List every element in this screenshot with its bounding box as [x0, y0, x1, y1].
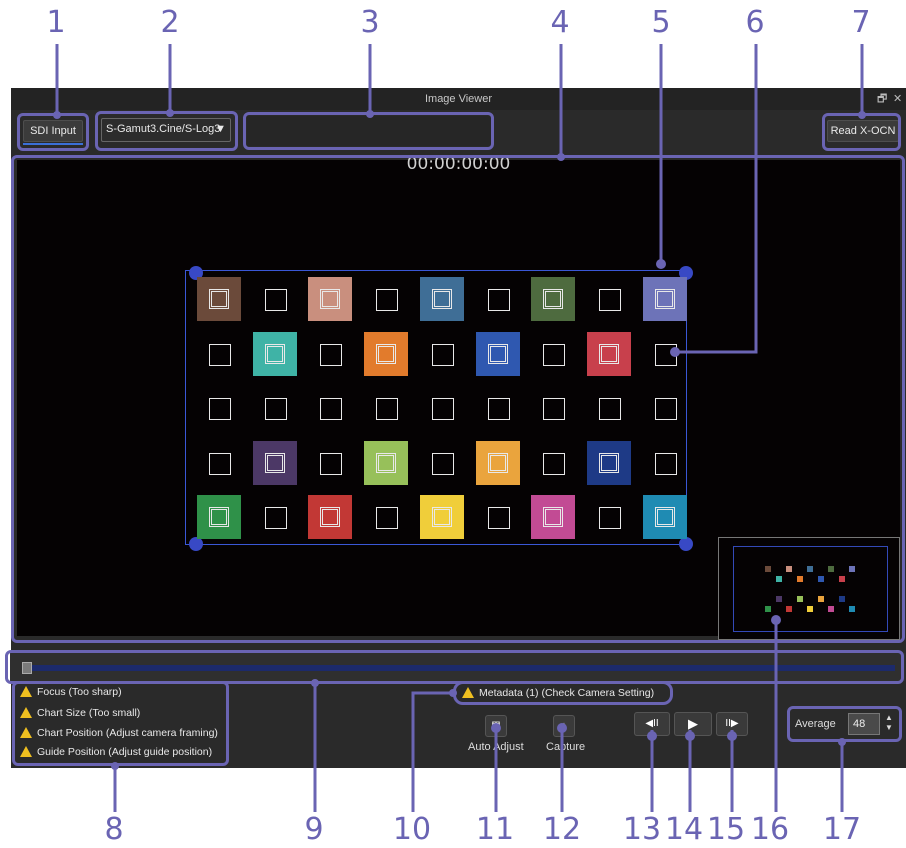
- callout-leaders: [53, 44, 866, 812]
